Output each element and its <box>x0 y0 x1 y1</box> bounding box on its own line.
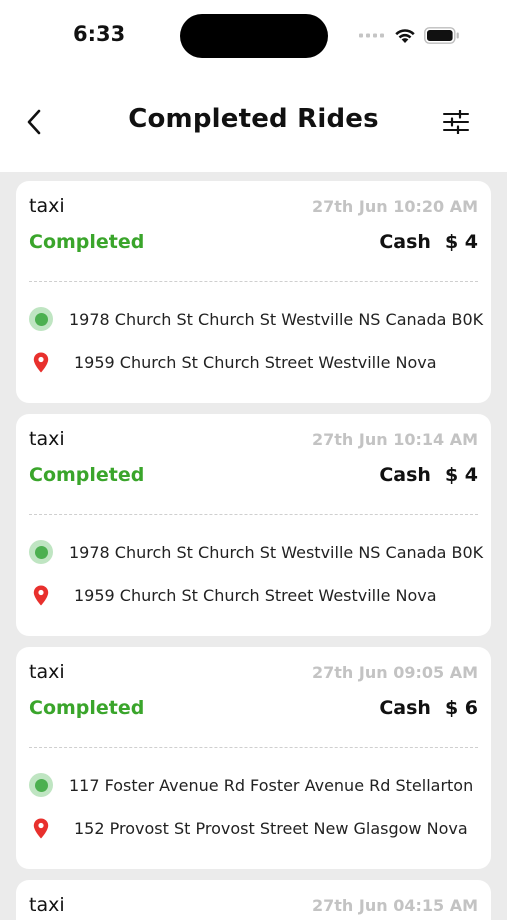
battery-icon <box>424 26 459 44</box>
ride-date: 27th Jun 10:20 AM <box>312 197 478 216</box>
payment-method: Cash <box>379 697 431 719</box>
drop-row: 152 Provost St Provost Street New Glasgo… <box>29 816 468 840</box>
map-pin-icon <box>29 583 53 607</box>
ride-date: 27th Jun 04:15 AM <box>312 896 478 915</box>
ride-list: taxi 27th Jun 10:20 AM Completed Cash $ … <box>16 181 491 920</box>
divider <box>29 281 478 282</box>
ride-payment: Cash $ 4 <box>379 231 478 253</box>
pickup-address: 117 Foster Avenue Rd Foster Avenue Rd St… <box>69 775 474 795</box>
drop-address: 1959 Church St Church Street Westville N… <box>74 585 437 605</box>
pickup-address: 1978 Church St Church St Westville NS Ca… <box>69 309 484 329</box>
ride-payment: Cash $ 6 <box>379 697 478 719</box>
pickup-row: 1978 Church St Church St Westville NS Ca… <box>29 540 483 564</box>
payment-method: Cash <box>379 464 431 486</box>
ride-status: Completed <box>29 231 145 253</box>
status-icons <box>358 25 460 45</box>
status-time: 6:33 <box>73 22 126 46</box>
dynamic-island <box>180 14 328 58</box>
drop-row: 1959 Church St Church Street Westville N… <box>29 350 437 374</box>
divider <box>29 747 478 748</box>
ride-amount: $ 4 <box>444 231 478 253</box>
ride-amount: $ 4 <box>444 464 478 486</box>
status-bar: 6:33 <box>0 0 507 72</box>
pickup-row: 1978 Church St Church St Westville NS Ca… <box>29 307 483 331</box>
ride-type: taxi <box>29 428 65 450</box>
drop-row: 1959 Church St Church Street Westville N… <box>29 583 437 607</box>
ride-card[interactable]: taxi 27th Jun 04:15 AM <box>16 880 491 920</box>
payment-method: Cash <box>379 231 431 253</box>
ride-status: Completed <box>29 464 145 486</box>
drop-address: 152 Provost St Provost Street New Glasgo… <box>74 818 468 838</box>
ride-payment: Cash $ 4 <box>379 464 478 486</box>
wifi-icon <box>395 28 415 43</box>
drop-address: 1959 Church St Church Street Westville N… <box>74 352 437 372</box>
sliders-icon <box>443 110 469 134</box>
map-pin-icon <box>29 816 53 840</box>
ride-card[interactable]: taxi 27th Jun 10:14 AM Completed Cash $ … <box>16 414 491 636</box>
green-dot-icon <box>29 540 53 564</box>
ride-type: taxi <box>29 661 65 683</box>
ride-status: Completed <box>29 697 145 719</box>
ride-type: taxi <box>29 195 65 217</box>
page-title: Completed Rides <box>128 104 379 134</box>
signal-icon <box>359 33 384 38</box>
ride-type: taxi <box>29 894 65 916</box>
ride-date: 27th Jun 10:14 AM <box>312 430 478 449</box>
ride-card[interactable]: taxi 27th Jun 09:05 AM Completed Cash $ … <box>16 647 491 869</box>
ride-date: 27th Jun 09:05 AM <box>312 663 478 682</box>
filter-button[interactable] <box>436 102 476 142</box>
green-dot-icon <box>29 307 53 331</box>
map-pin-icon <box>29 350 53 374</box>
divider <box>29 514 478 515</box>
pickup-row: 117 Foster Avenue Rd Foster Avenue Rd St… <box>29 773 473 797</box>
green-dot-icon <box>29 773 53 797</box>
ride-amount: $ 6 <box>444 697 478 719</box>
nav-bar: Completed Rides <box>0 72 507 172</box>
pickup-address: 1978 Church St Church St Westville NS Ca… <box>69 542 484 562</box>
ride-card[interactable]: taxi 27th Jun 10:20 AM Completed Cash $ … <box>16 181 491 403</box>
